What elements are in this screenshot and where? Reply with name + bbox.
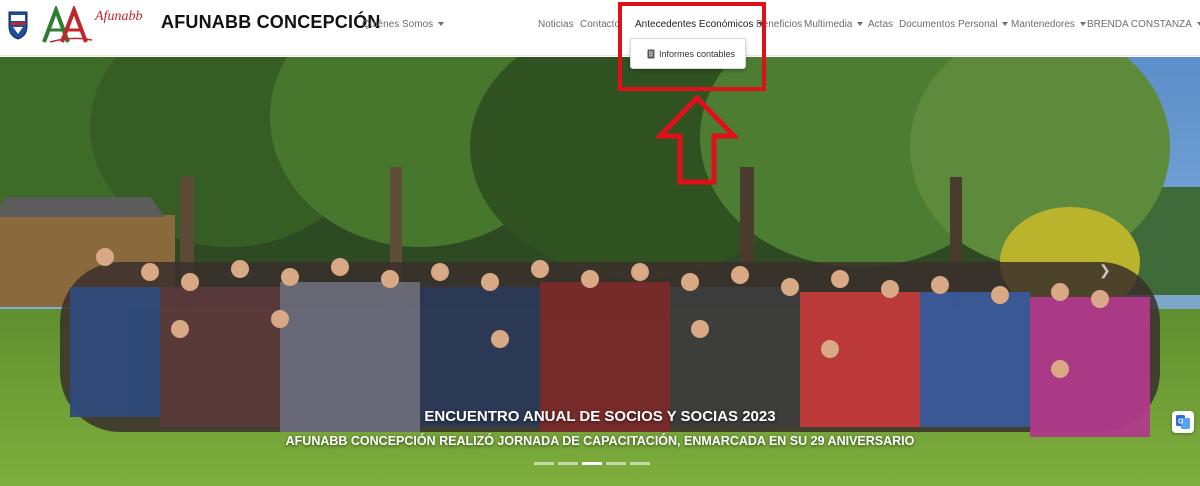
nav-antecedentes-economicos[interactable]: Antecedentes Económicos: [635, 19, 765, 30]
carousel-indicator[interactable]: [630, 462, 650, 465]
translate-icon: G: [1176, 415, 1190, 429]
hero-carousel[interactable]: ENCUENTRO ANUAL DE SOCIOS Y SOCIAS 2023 …: [0, 57, 1200, 486]
crest-icon[interactable]: [7, 10, 29, 40]
document-icon: [647, 49, 655, 58]
nav-antecedentes-label: Antecedentes Económicos: [635, 19, 754, 30]
carousel-indicator-active[interactable]: [582, 462, 602, 465]
dropdown-item-label: Informes contables: [659, 48, 736, 59]
nav-personal-label: Personal: [958, 19, 998, 30]
nav-user-menu[interactable]: BRENDA CONSTANZA: [1087, 19, 1200, 30]
nav-mantenedores-label: Mantenedores: [1011, 19, 1075, 30]
site-brand-title[interactable]: AFUNABB CONCEPCIÓN: [161, 12, 381, 33]
nav-noticias[interactable]: Noticias: [538, 19, 574, 30]
chevron-down-icon: [1002, 22, 1009, 27]
top-navbar: Afunabb AFUNABB CONCEPCIÓN Quiénes Somos…: [0, 0, 1200, 56]
nav-actas[interactable]: Actas: [868, 19, 893, 30]
up-arrow-annotation-icon: [656, 94, 738, 185]
carousel-indicator[interactable]: [534, 462, 554, 465]
nav-multimedia-label: Multimedia: [804, 19, 853, 30]
translate-button[interactable]: G: [1172, 411, 1194, 433]
svg-text:G: G: [1178, 419, 1184, 426]
nav-user-label: BRENDA CONSTANZA: [1087, 19, 1192, 30]
nav-multimedia[interactable]: Multimedia: [804, 19, 864, 30]
hero-caption-subtitle: AFUNABB CONCEPCIÓN REALIZÓ JORNADA DE CA…: [285, 434, 915, 448]
carousel-indicator[interactable]: [558, 462, 578, 465]
chevron-down-icon: [1079, 22, 1086, 27]
nav-mantenedores[interactable]: Mantenedores: [1011, 19, 1086, 30]
carousel-indicators: [534, 462, 650, 465]
nav-quienes-somos[interactable]: Quiénes Somos: [362, 19, 445, 30]
hero-caption-title: ENCUENTRO ANUAL DE SOCIOS Y SOCIAS 2023: [424, 408, 776, 425]
nav-beneficios[interactable]: Beneficios: [756, 19, 802, 30]
chevron-down-icon: [438, 22, 445, 27]
nav-personal[interactable]: Personal: [958, 19, 1009, 30]
logo-wordmark: Afunabb: [95, 9, 143, 24]
nav-documentos[interactable]: Documentos: [899, 19, 955, 30]
chevron-right-icon[interactable]: ❯: [1099, 262, 1111, 279]
nav-quienes-somos-label: Quiénes Somos: [362, 19, 434, 30]
chevron-down-icon: [857, 22, 864, 27]
nav-contacto[interactable]: Contacto: [580, 19, 620, 30]
carousel-indicator[interactable]: [606, 462, 626, 465]
dropdown-item-informes-contables[interactable]: Informes contables: [630, 38, 746, 69]
